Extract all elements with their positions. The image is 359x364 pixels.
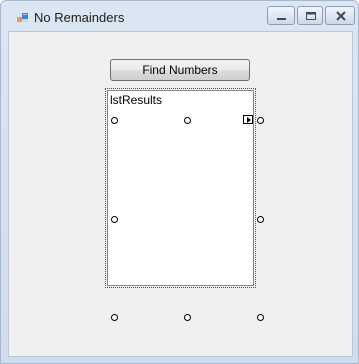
resize-handle-right[interactable] (257, 216, 264, 223)
minimize-icon (277, 18, 286, 20)
listbox-name-label: lstResults (110, 93, 163, 107)
resize-handle-bottom-left[interactable] (111, 314, 118, 321)
resize-handle-top[interactable] (184, 117, 191, 124)
form-icon (17, 12, 29, 24)
resize-handle-left[interactable] (111, 216, 118, 223)
minimize-button[interactable] (267, 6, 295, 25)
close-icon (336, 11, 346, 21)
maximize-icon (306, 12, 316, 20)
window-title: No Remainders (34, 10, 125, 25)
smart-tag-arrow-icon (247, 117, 251, 123)
resize-handle-top-left[interactable] (111, 117, 118, 124)
resize-handle-top-right[interactable] (257, 117, 264, 124)
title-bar[interactable]: No Remainders (1, 1, 358, 31)
resize-handle-bottom-right[interactable] (257, 314, 264, 321)
results-listbox[interactable]: lstResults (107, 90, 254, 286)
find-numbers-button[interactable]: Find Numbers (110, 59, 250, 81)
maximize-button[interactable] (297, 6, 323, 25)
caption-buttons (265, 6, 355, 26)
resize-handle-bottom[interactable] (184, 314, 191, 321)
smart-tag-button[interactable] (243, 115, 253, 124)
close-button[interactable] (325, 6, 355, 25)
